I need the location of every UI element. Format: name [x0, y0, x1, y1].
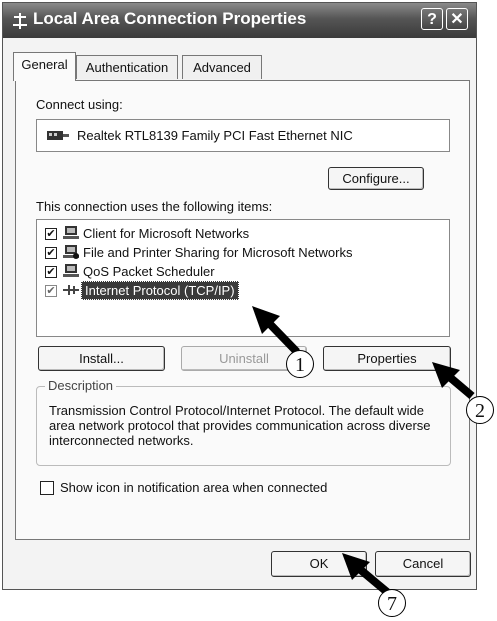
window-title: Local Area Connection Properties [33, 9, 307, 28]
install-button-label: Install... [79, 351, 124, 366]
adapter-name: Realtek RTL8139 Family PCI Fast Ethernet… [77, 128, 353, 143]
protocol-icon [63, 285, 79, 295]
adapter-field: Realtek RTL8139 Family PCI Fast Ethernet… [36, 119, 450, 152]
show-icon-checkbox[interactable] [40, 481, 54, 495]
connect-using-label: Connect using: [36, 97, 123, 112]
configure-button[interactable]: Configure... [328, 167, 424, 190]
close-button[interactable]: ✕ [446, 8, 468, 30]
ok-button-label: OK [309, 556, 329, 571]
description-title: Description [45, 378, 117, 393]
network-adapter-icon [47, 131, 69, 140]
item-checkbox[interactable]: ✔ [45, 228, 57, 240]
properties-button-label: Properties [357, 351, 417, 366]
description-text: Transmission Control Protocol/Internet P… [49, 403, 431, 448]
list-item-selected[interactable]: ✔ Internet Protocol (TCP/IP) [37, 281, 447, 300]
configure-button-label: Configure... [342, 171, 410, 186]
ok-button[interactable]: OK [271, 551, 367, 577]
item-label: QoS Packet Scheduler [83, 264, 215, 279]
item-label: Client for Microsoft Networks [83, 226, 250, 241]
item-label: File and Printer Sharing for Microsoft N… [83, 245, 353, 260]
properties-dialog: Local Area Connection Properties ? ✕ Gen… [2, 2, 477, 590]
item-checkbox[interactable]: ✔ [45, 266, 57, 278]
list-item[interactable]: ✔ Client for Microsoft Networks [37, 224, 447, 243]
item-label: Internet Protocol (TCP/IP) [81, 281, 239, 300]
tab-general[interactable]: General [13, 52, 76, 81]
cancel-button-label: Cancel [402, 556, 444, 571]
item-checkbox[interactable]: ✔ [45, 247, 57, 259]
tab-authentication[interactable]: Authentication [76, 55, 178, 79]
file-printer-sharing-icon [63, 245, 79, 259]
title-bar[interactable]: Local Area Connection Properties ? ✕ [3, 3, 476, 38]
components-list[interactable]: ✔ Client for Microsoft Networks ✔ File a… [36, 219, 450, 337]
callout-number-2: 2 [466, 396, 494, 424]
network-connection-icon [13, 13, 27, 29]
general-panel: Connect using: Realtek RTL8139 Family PC… [15, 80, 470, 540]
callout-number-1: 1 [286, 350, 314, 378]
qos-scheduler-icon [63, 264, 79, 277]
description-group: Description Transmission Control Protoco… [36, 378, 451, 466]
network-client-icon [63, 226, 79, 239]
cancel-button[interactable]: Cancel [375, 551, 471, 577]
list-item[interactable]: ✔ QoS Packet Scheduler [37, 262, 447, 281]
show-icon-label: Show icon in notification area when conn… [60, 480, 328, 495]
help-button[interactable]: ? [421, 8, 443, 30]
callout-number-7: 7 [378, 589, 406, 617]
items-label: This connection uses the following items… [36, 199, 273, 214]
install-button[interactable]: Install... [38, 346, 165, 371]
uninstall-button-label: Uninstall [219, 351, 269, 366]
list-item[interactable]: ✔ File and Printer Sharing for Microsoft… [37, 243, 447, 262]
properties-button[interactable]: Properties [323, 346, 451, 371]
item-checkbox[interactable]: ✔ [45, 285, 57, 297]
tab-advanced[interactable]: Advanced [182, 55, 262, 79]
